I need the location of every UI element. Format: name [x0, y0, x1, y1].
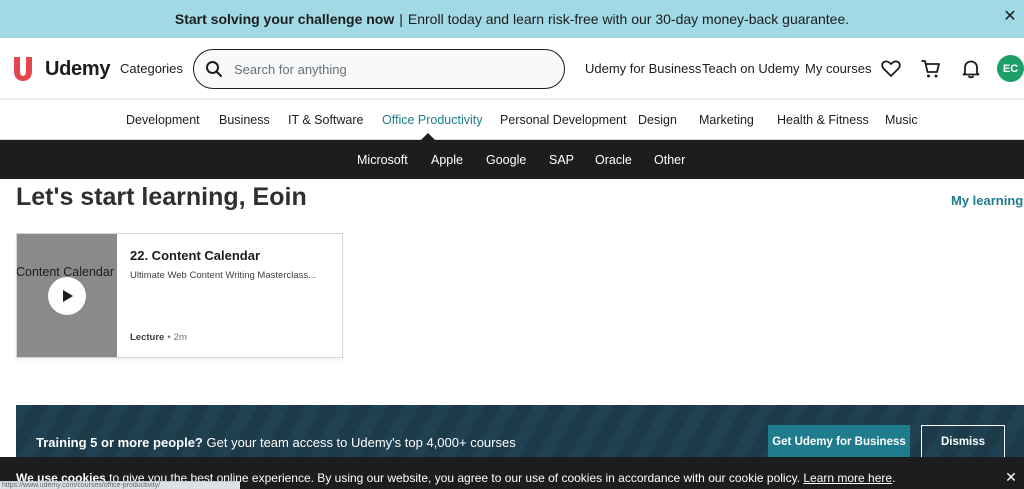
category-music[interactable]: Music — [885, 113, 918, 127]
promo-description: Get your team access to Udemy's top 4,00… — [206, 435, 516, 450]
meta-dot: • — [167, 332, 171, 343]
search-input[interactable] — [234, 61, 534, 77]
cookie-learn-more-link[interactable]: Learn more here — [803, 471, 892, 485]
udemy-for-business-link[interactable]: Udemy for Business — [585, 61, 701, 76]
cookie-close-icon[interactable]: ✕ — [1002, 469, 1020, 487]
cart-icon[interactable] — [920, 58, 942, 80]
dismiss-button[interactable]: Dismiss — [921, 425, 1005, 459]
subcategory-other[interactable]: Other — [654, 153, 685, 167]
logo-text: Udemy — [45, 57, 111, 80]
search-bar — [193, 49, 565, 89]
play-icon[interactable] — [48, 277, 86, 315]
lecture-duration: 2m — [173, 332, 187, 343]
category-health-fitness[interactable]: Health & Fitness — [777, 113, 869, 127]
my-courses-link[interactable]: My courses — [805, 61, 871, 76]
get-udemy-for-business-button[interactable]: Get Udemy for Business — [768, 425, 910, 459]
subcategory-nav: Microsoft Apple Google SAP Oracle Other — [0, 140, 1024, 179]
announcement-banner: Start solving your challenge now | Enrol… — [0, 0, 1024, 38]
category-office-productivity[interactable]: Office Productivity — [382, 113, 483, 127]
lecture-meta: Lecture • 2m — [130, 332, 187, 343]
promo-strong: Training 5 or more people? — [36, 435, 203, 450]
resume-course-card[interactable]: Content Calendar 22. Content Calendar Ul… — [16, 233, 343, 358]
search-icon[interactable] — [194, 60, 234, 78]
page-title: Let's start learning, Eoin — [16, 183, 307, 211]
category-business[interactable]: Business — [219, 113, 270, 127]
user-avatar[interactable]: EC — [997, 55, 1024, 82]
category-it-software[interactable]: IT & Software — [288, 113, 364, 127]
category-nav: Development Business IT & Software Offic… — [0, 100, 1024, 140]
banner-text: Enroll today and learn risk-free with ou… — [407, 11, 850, 27]
lecture-type: Lecture — [130, 332, 165, 343]
course-thumbnail[interactable]: Content Calendar — [17, 234, 117, 357]
categories-menu[interactable]: Categories — [120, 61, 183, 76]
category-development[interactable]: Development — [126, 113, 200, 127]
subcategory-apple[interactable]: Apple — [431, 153, 463, 167]
active-category-caret — [421, 133, 435, 140]
lecture-title: 22. Content Calendar — [130, 248, 261, 263]
notifications-bell-icon[interactable] — [960, 58, 982, 80]
udemy-logo-icon — [14, 57, 32, 81]
banner-separator: | — [399, 11, 403, 27]
subcategory-google[interactable]: Google — [486, 153, 526, 167]
category-marketing[interactable]: Marketing — [699, 113, 754, 127]
browser-status-url: https://www.udemy.com/courses/office-pro… — [0, 481, 240, 489]
subcategory-sap[interactable]: SAP — [549, 153, 574, 167]
cookie-period: . — [892, 471, 896, 485]
banner-close-icon[interactable]: ✕ — [1000, 7, 1020, 27]
promo-text: Training 5 or more people? Get your team… — [36, 435, 516, 450]
category-design[interactable]: Design — [638, 113, 677, 127]
udemy-logo[interactable]: Udemy — [9, 55, 111, 83]
teach-on-udemy-link[interactable]: Teach on Udemy — [702, 61, 800, 76]
course-name: Ultimate Web Content Writing Masterclass… — [130, 270, 317, 281]
subcategory-microsoft[interactable]: Microsoft — [357, 153, 408, 167]
wishlist-heart-icon[interactable] — [880, 58, 902, 80]
site-header: Udemy Categories Udemy for Business Teac… — [0, 38, 1024, 98]
category-personal-development[interactable]: Personal Development — [500, 113, 626, 127]
my-learning-link[interactable]: My learning — [951, 193, 1023, 208]
banner-cta[interactable]: Start solving your challenge now — [175, 11, 394, 27]
subcategory-oracle[interactable]: Oracle — [595, 153, 632, 167]
